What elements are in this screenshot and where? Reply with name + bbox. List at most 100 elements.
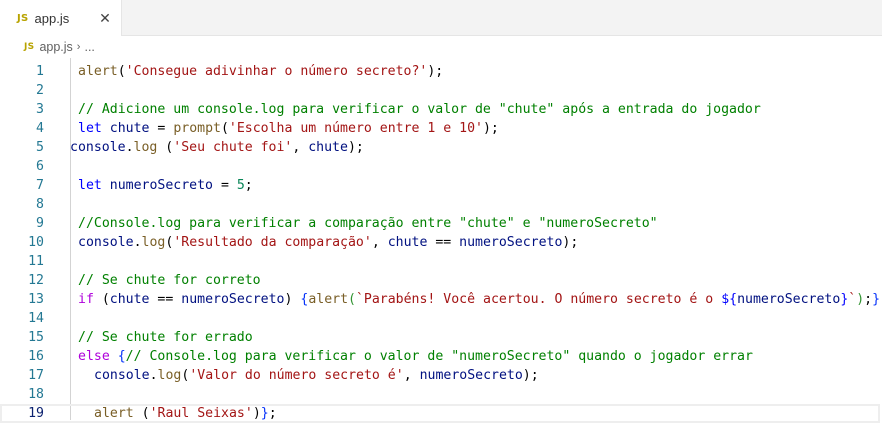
code-token: ( xyxy=(117,64,126,79)
code-token: else xyxy=(78,349,110,364)
line-number: 8 xyxy=(36,197,44,212)
code-token: ; xyxy=(864,292,873,307)
code-token: } xyxy=(260,406,269,421)
code-line[interactable]: 11 xyxy=(0,252,882,271)
line-number: 3 xyxy=(36,102,44,117)
breadcrumb-symbols[interactable]: ... xyxy=(84,40,94,54)
code-token: chute xyxy=(308,140,348,155)
code-line[interactable]: 6 xyxy=(0,157,882,176)
javascript-file-icon: JS xyxy=(17,12,29,24)
code-token: . xyxy=(149,368,158,383)
code-line[interactable]: 13 if (chute == numeroSecreto) {alert(`Pa… xyxy=(0,290,882,309)
code-token: ); xyxy=(522,368,539,383)
code-token: //Console.log para verificar a comparaçã… xyxy=(78,216,658,231)
code-line[interactable]: 8 xyxy=(0,195,882,214)
tab-bar: JS app.js ✕ xyxy=(0,0,882,36)
line-number: 9 xyxy=(36,216,44,231)
line-number: 6 xyxy=(36,159,44,174)
code-text: console.log('Resultado da comparação', c… xyxy=(78,233,578,252)
code-token: alert xyxy=(78,64,118,79)
code-token: log xyxy=(141,235,166,250)
code-token: 'Valor do número secreto é' xyxy=(189,368,404,383)
code-token: log xyxy=(157,368,182,383)
code-line[interactable]: 7 let numeroSecreto = 5; xyxy=(0,176,882,195)
code-line[interactable]: 19 alert ('Raul Seixas')}; xyxy=(0,404,880,423)
code-token: 5 xyxy=(236,178,245,193)
code-token: , xyxy=(292,140,309,155)
close-icon[interactable]: ✕ xyxy=(97,10,113,26)
line-number: 19 xyxy=(28,406,44,421)
code-token: // Adicione um console.log para verifica… xyxy=(78,102,761,117)
code-token: numeroSecreto xyxy=(419,368,523,383)
code-line[interactable]: 12 // Se chute for correto xyxy=(0,271,882,290)
line-number: 5 xyxy=(36,140,44,155)
code-line[interactable]: 17 console.log('Valor do número secreto é… xyxy=(0,366,882,385)
code-text: if (chute == numeroSecreto) {alert(`Para… xyxy=(78,290,880,309)
code-token: = xyxy=(213,178,237,193)
code-token: == xyxy=(149,292,182,307)
code-line[interactable]: 18 xyxy=(0,385,882,404)
code-editor[interactable]: 1 alert('Consegue adivinhar o número secr… xyxy=(0,58,882,423)
code-token: 'Raul Seixas' xyxy=(149,406,253,421)
code-line[interactable]: 1 alert('Consegue adivinhar o número secr… xyxy=(0,62,882,81)
code-token: ( xyxy=(93,292,110,307)
tab-title: app.js xyxy=(34,10,70,26)
code-line[interactable]: 3 // Adicione um console.log para verific… xyxy=(0,100,882,119)
code-token: numeroSecreto xyxy=(459,235,563,250)
code-token: // Se chute for errado xyxy=(78,330,253,345)
code-token: 'Escolha um número entre 1 e 10' xyxy=(228,121,483,136)
code-token: let xyxy=(78,121,102,136)
code-text: // Adicione um console.log para verifica… xyxy=(78,100,761,119)
breadcrumb-file[interactable]: app.js xyxy=(39,40,72,54)
code-text: // Se chute for errado xyxy=(78,328,253,347)
code-token: . xyxy=(125,140,134,155)
code-token: chute xyxy=(387,235,428,250)
code-token: , xyxy=(371,235,388,250)
code-token: alert xyxy=(308,292,349,307)
code-line[interactable]: 10 console.log('Resultado da comparação',… xyxy=(0,233,882,252)
code-token: ); xyxy=(562,235,579,250)
line-number: 10 xyxy=(28,235,44,250)
code-token: ) xyxy=(856,292,865,307)
code-line[interactable]: 16 else {// Console.log para verificar o … xyxy=(0,347,882,366)
code-token: { xyxy=(117,349,126,364)
code-token: ; xyxy=(268,406,277,421)
line-number: 2 xyxy=(36,83,44,98)
code-line[interactable]: 15 // Se chute for errado xyxy=(0,328,882,347)
code-line[interactable]: 2 xyxy=(0,81,882,100)
code-token: if xyxy=(78,292,94,307)
code-token: ) xyxy=(252,406,261,421)
code-token: ( xyxy=(348,292,356,307)
code-token: ( xyxy=(220,121,229,136)
code-text: console.log ('Seu chute foi', chute); xyxy=(70,138,364,157)
code-text: let chute = prompt('Escolha um número en… xyxy=(78,119,499,138)
code-text: alert('Consegue adivinhar o número secre… xyxy=(78,62,443,81)
code-token: 'Consegue adivinhar o número secreto?' xyxy=(125,64,428,79)
code-line[interactable]: 14 xyxy=(0,309,882,328)
code-token: log xyxy=(133,140,158,155)
code-token: numeroSecreto xyxy=(109,178,213,193)
line-number: 15 xyxy=(28,330,44,345)
code-token: ); xyxy=(427,64,444,79)
line-number: 14 xyxy=(28,311,44,326)
code-token: ; xyxy=(244,178,253,193)
code-token: == xyxy=(427,235,460,250)
line-number: 4 xyxy=(36,121,44,136)
code-token: chute xyxy=(109,121,150,136)
code-token: ${ xyxy=(721,292,738,307)
code-token: console xyxy=(94,368,150,383)
code-token: ( xyxy=(157,140,174,155)
code-token: // Console.log para verificar o valor de… xyxy=(125,349,753,364)
code-token: alert xyxy=(94,406,134,421)
code-line[interactable]: 5 console.log ('Seu chute foi', chute); xyxy=(0,138,882,157)
code-line[interactable]: 9 //Console.log para verificar a comparaç… xyxy=(0,214,882,233)
tab-app-js[interactable]: JS app.js ✕ xyxy=(0,0,122,36)
code-token: 'Resultado da comparação' xyxy=(173,235,372,250)
code-line[interactable]: 4 let chute = prompt('Escolha um número e… xyxy=(0,119,882,138)
code-token: numeroSecreto xyxy=(737,292,841,307)
line-number: 16 xyxy=(28,349,44,364)
code-text: console.log('Valor do número secreto é',… xyxy=(94,366,539,385)
code-text: //Console.log para verificar a comparaçã… xyxy=(78,214,658,233)
